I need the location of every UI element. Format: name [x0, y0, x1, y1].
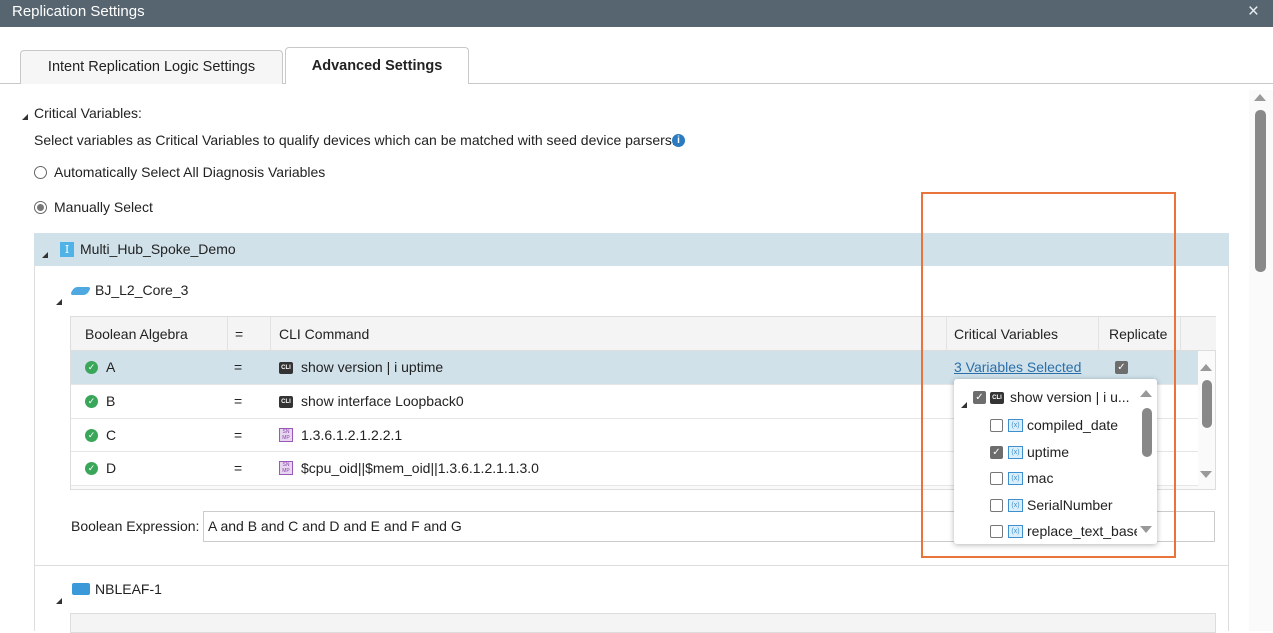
- tab-advanced-settings[interactable]: Advanced Settings: [285, 47, 469, 84]
- group-collapse-toggle[interactable]: [42, 245, 48, 261]
- table-scroll-up-icon[interactable]: [1200, 364, 1212, 371]
- highlight-box: [921, 192, 1176, 558]
- radio-auto-select-label[interactable]: Automatically Select All Diagnosis Varia…: [54, 164, 325, 180]
- device-name: BJ_L2_Core_3: [95, 282, 189, 298]
- row-command: $cpu_oid||$mem_oid||1.3.6.1.2.1.1.3.0: [301, 460, 539, 476]
- header-cli-command: CLI Command: [271, 317, 947, 351]
- cli-icon: CLI: [279, 362, 293, 374]
- row-variable: B: [106, 393, 116, 409]
- header-spacer: [1181, 317, 1216, 351]
- check-circle-icon: ✓: [85, 462, 98, 475]
- snmp-icon: SN MP: [279, 428, 293, 442]
- command-table-header: [70, 613, 1216, 633]
- row-equals: =: [234, 393, 243, 409]
- row-variable: D: [106, 460, 117, 476]
- device-collapse-toggle[interactable]: [56, 292, 62, 308]
- info-icon[interactable]: i: [672, 134, 685, 147]
- check-circle-icon: ✓: [85, 429, 98, 442]
- check-circle-icon: ✓: [85, 395, 98, 408]
- header-boolean-algebra: Boolean Algebra: [71, 317, 228, 351]
- close-icon[interactable]: ×: [1248, 1, 1259, 23]
- page-scrollbar-thumb[interactable]: [1255, 110, 1266, 272]
- critical-description: Select variables as Critical Variables t…: [34, 132, 676, 148]
- row-command: show version | i uptime: [301, 359, 444, 375]
- page-scroll-up-icon[interactable]: [1254, 94, 1266, 101]
- check-circle-icon: ✓: [85, 361, 98, 374]
- row-equals: =: [234, 359, 243, 375]
- dialog-title: Replication Settings: [12, 3, 145, 20]
- cli-icon: CLI: [279, 396, 293, 408]
- table-scrollbar[interactable]: [1202, 380, 1212, 428]
- critical-variables-heading: Critical Variables:: [34, 105, 142, 121]
- dialog-title-bar: Replication Settings: [0, 0, 1273, 27]
- row-equals: =: [234, 460, 243, 476]
- radio-manual-select[interactable]: [34, 201, 47, 214]
- row-command: 1.3.6.1.2.1.2.2.1: [301, 427, 403, 443]
- snmp-icon: SN MP: [279, 461, 293, 475]
- table-scroll-down-icon[interactable]: [1200, 471, 1212, 478]
- group-name: Multi_Hub_Spoke_Demo: [80, 241, 236, 257]
- device-collapse-toggle[interactable]: [56, 591, 62, 607]
- row-command: show interface Loopback0: [301, 393, 464, 409]
- row-variable: A: [106, 359, 116, 375]
- radio-manual-select-label[interactable]: Manually Select: [54, 199, 153, 215]
- tab-intent-replication-logic[interactable]: Intent Replication Logic Settings: [20, 50, 283, 84]
- intent-group-icon: I: [60, 242, 74, 257]
- boolean-expression-label: Boolean Expression:: [71, 518, 200, 534]
- row-equals: =: [234, 427, 243, 443]
- row-variable: C: [106, 427, 117, 443]
- device-name: NBLEAF-1: [95, 581, 162, 597]
- leaf-switch-icon: [72, 583, 90, 595]
- section-divider: [34, 565, 1229, 566]
- critical-collapse-toggle[interactable]: [22, 107, 28, 123]
- header-equals: =: [228, 317, 271, 351]
- radio-auto-select[interactable]: [34, 166, 47, 179]
